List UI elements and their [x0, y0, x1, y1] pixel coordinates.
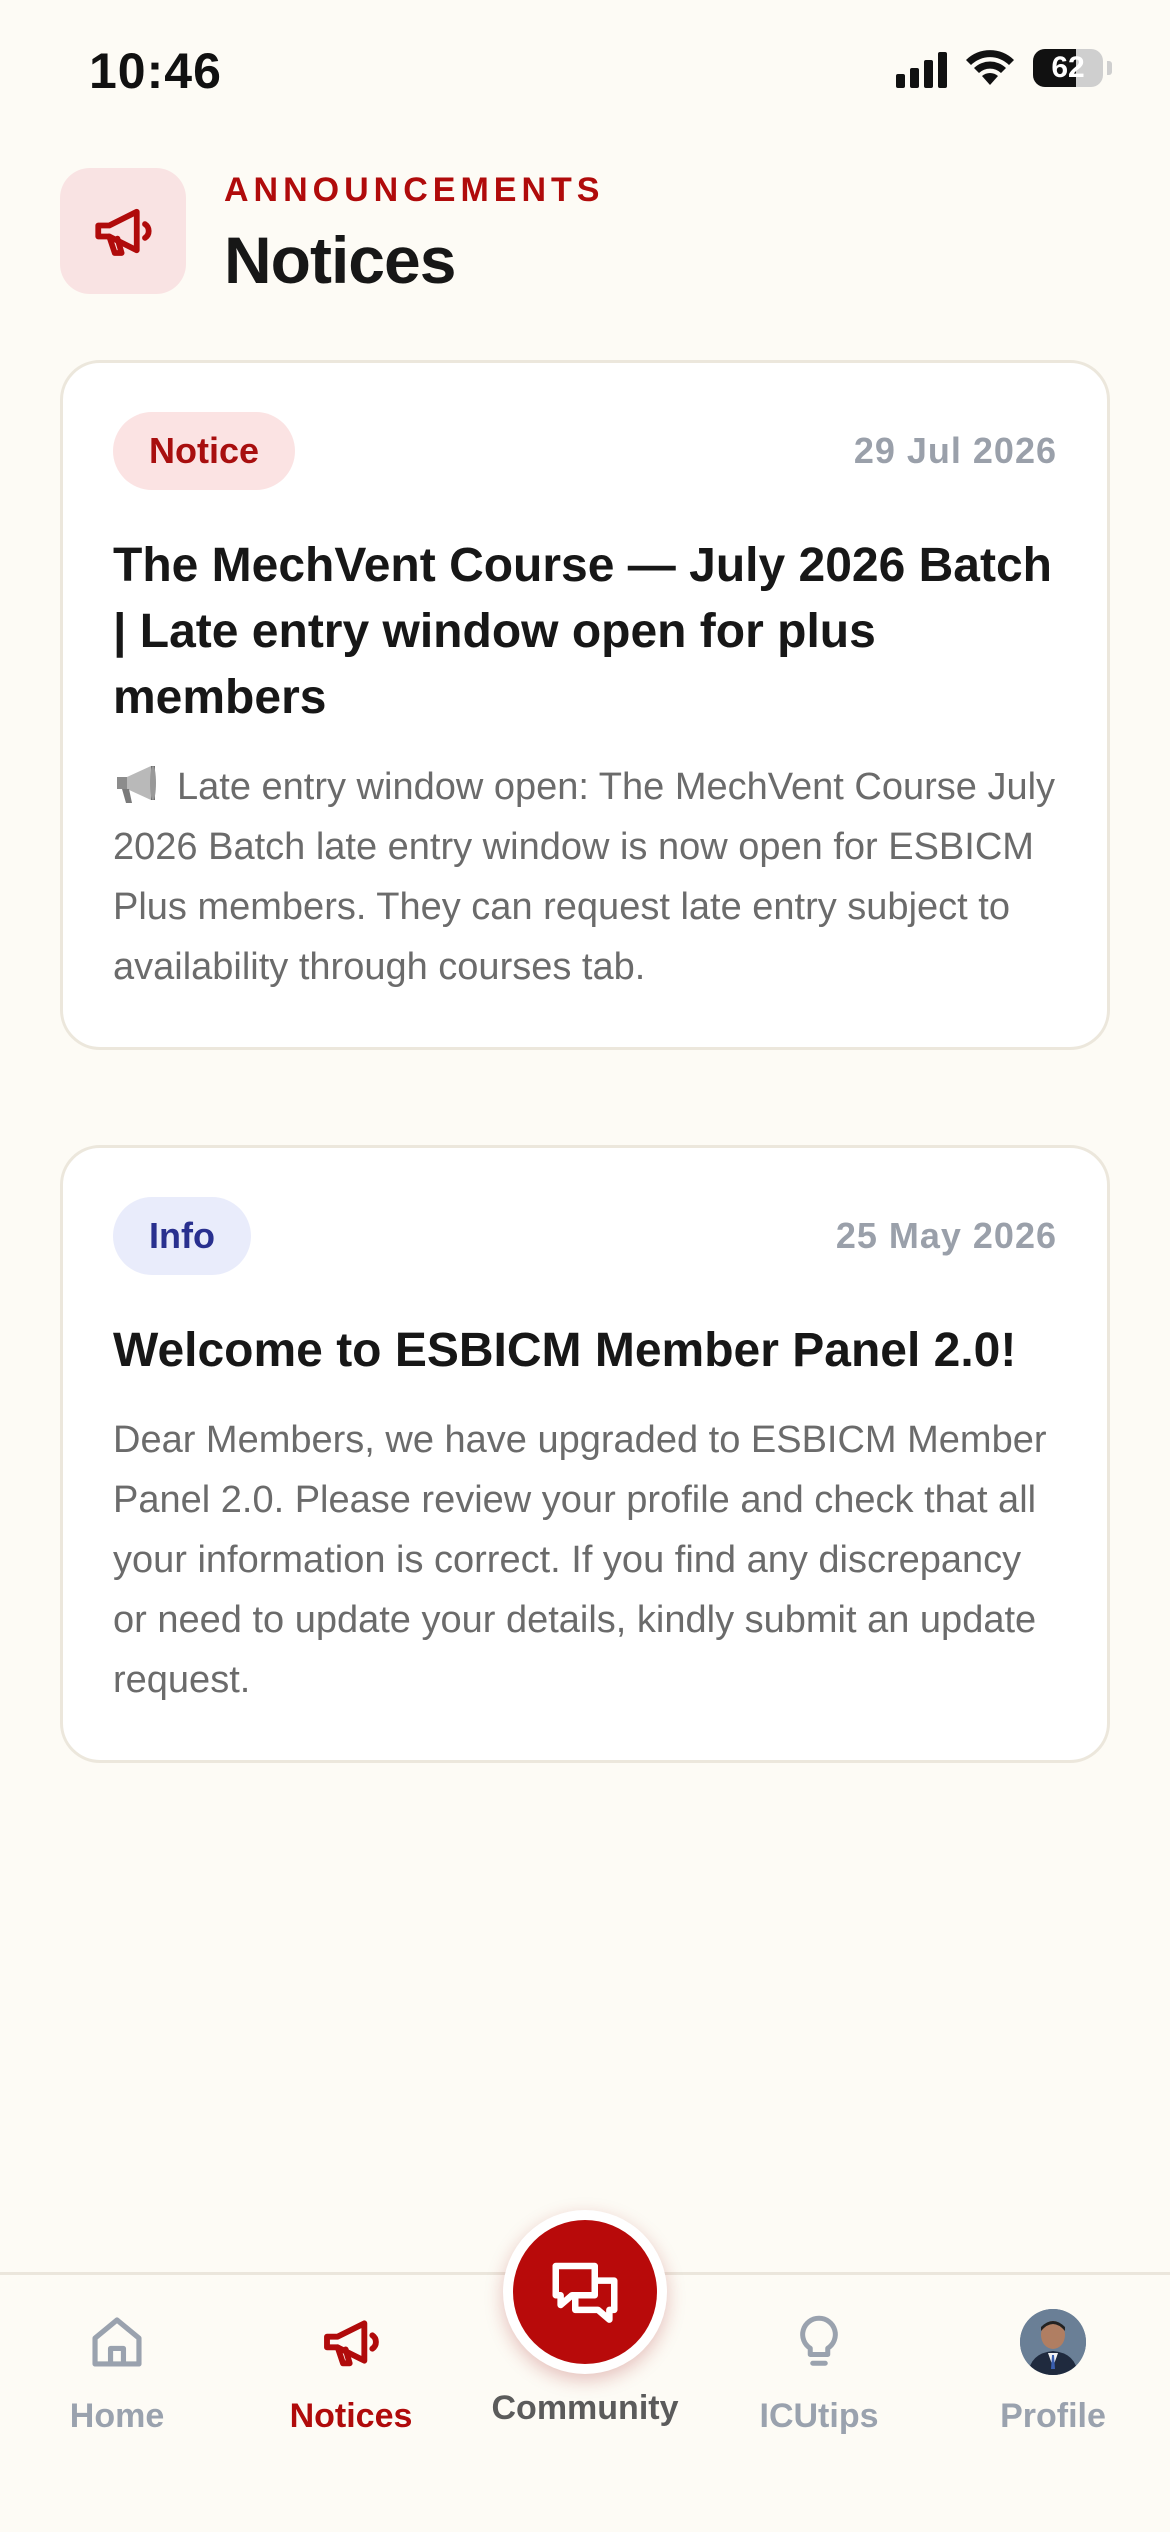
notice-body: Late entry window open: The MechVent Cou…	[113, 757, 1057, 997]
battery-tip	[1107, 61, 1112, 75]
notice-date: 29 Jul 2026	[853, 430, 1057, 471]
notice-date: 25 May 2026	[835, 1215, 1057, 1256]
megaphone-icon	[95, 208, 152, 256]
nav-label-home: Home	[69, 2397, 165, 2435]
page-title: Notices	[224, 223, 456, 297]
notice-title: Welcome to ESBICM Member Panel 2.0!	[113, 1324, 1017, 1377]
card-top-row: Info 25 May 2026	[113, 1196, 1057, 1276]
nav-label-community: Community	[491, 2389, 679, 2427]
notice-body-text: Late entry window open: The MechVent Cou…	[113, 766, 1056, 988]
notices-screen: 10:46 62 ANNOUNCEMENTS Notices Notice 29…	[0, 0, 1170, 2532]
megaphone-emoji-icon	[117, 766, 156, 803]
nav-label-notices: Notices	[289, 2397, 413, 2435]
info-badge: Info	[113, 1197, 251, 1275]
nav-label-profile: Profile	[1000, 2397, 1106, 2435]
header-text: ANNOUNCEMENTS Notices	[224, 169, 604, 293]
nav-item-home[interactable]: Home	[0, 2305, 234, 2436]
community-fab-inner	[513, 2220, 657, 2364]
nav-item-profile[interactable]: Profile	[936, 2305, 1170, 2436]
eyebrow-label: ANNOUNCEMENTS	[224, 171, 605, 209]
community-fab[interactable]	[503, 2210, 667, 2374]
notice-card[interactable]: Notice 29 Jul 2026 The MechVent Course —…	[60, 360, 1110, 1050]
notice-card[interactable]: Info 25 May 2026 Welcome to ESBICM Membe…	[60, 1145, 1110, 1763]
cellular-signal-icon	[896, 48, 947, 88]
nav-label-icutips: ICUtips	[759, 2397, 879, 2435]
header-icon-box	[60, 168, 186, 294]
chat-bubbles-icon	[552, 2262, 618, 2323]
nav-item-notices[interactable]: Notices	[234, 2305, 468, 2436]
notice-body: Dear Members, we have upgraded to ESBICM…	[113, 1419, 1047, 1701]
home-icon	[92, 2317, 142, 2367]
megaphone-icon	[324, 2320, 379, 2367]
nav-item-icutips[interactable]: ICUtips	[702, 2305, 936, 2436]
card-top-row: Notice 29 Jul 2026	[113, 411, 1057, 491]
avatar-image	[1020, 2309, 1086, 2375]
status-icons: 62	[896, 48, 1112, 88]
battery-icon: 62	[1033, 49, 1103, 87]
lightbulb-icon	[800, 2315, 838, 2366]
page-header: ANNOUNCEMENTS Notices	[60, 168, 604, 294]
battery-percent: 62	[1051, 51, 1085, 84]
notice-badge: Notice	[113, 412, 296, 490]
wifi-icon	[966, 50, 1014, 85]
avatar	[1020, 2309, 1086, 2375]
notice-title: The MechVent Course — July 2026 Batch | …	[113, 539, 1052, 724]
nav-item-community[interactable]: Community	[468, 2389, 702, 2428]
status-bar: 10:46 62	[0, 0, 1170, 150]
status-time: 10:46	[89, 43, 222, 99]
